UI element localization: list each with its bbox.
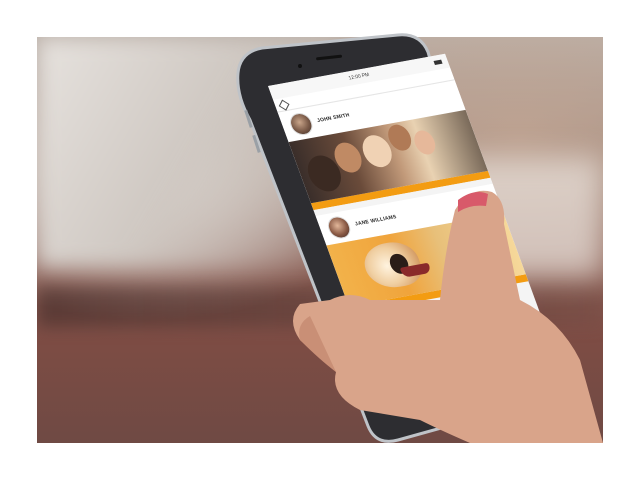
add-icon[interactable]: ⊕ [453, 348, 469, 362]
heart-icon[interactable]: ♡ [488, 341, 504, 355]
battery-icon [433, 59, 443, 65]
search-icon[interactable]: ⌕ [417, 354, 433, 368]
avatar[interactable] [286, 111, 316, 137]
phone-body-illustration [236, 33, 523, 443]
profile-icon[interactable]: ⚇ [524, 335, 540, 349]
avatar[interactable] [324, 214, 354, 241]
smartphone: 12:00 PM JOHN SMITH JANE WILLIAMS ⌂ ⌕ ⊕ … [0, 0, 640, 480]
post-user-name[interactable]: JANE WILLIAMS [354, 214, 397, 227]
app-logo-icon [278, 99, 290, 111]
status-time: 12:00 PM [347, 71, 371, 82]
post-user-name[interactable]: JOHN SMITH [316, 112, 350, 124]
home-icon[interactable]: ⌂ [382, 360, 398, 374]
